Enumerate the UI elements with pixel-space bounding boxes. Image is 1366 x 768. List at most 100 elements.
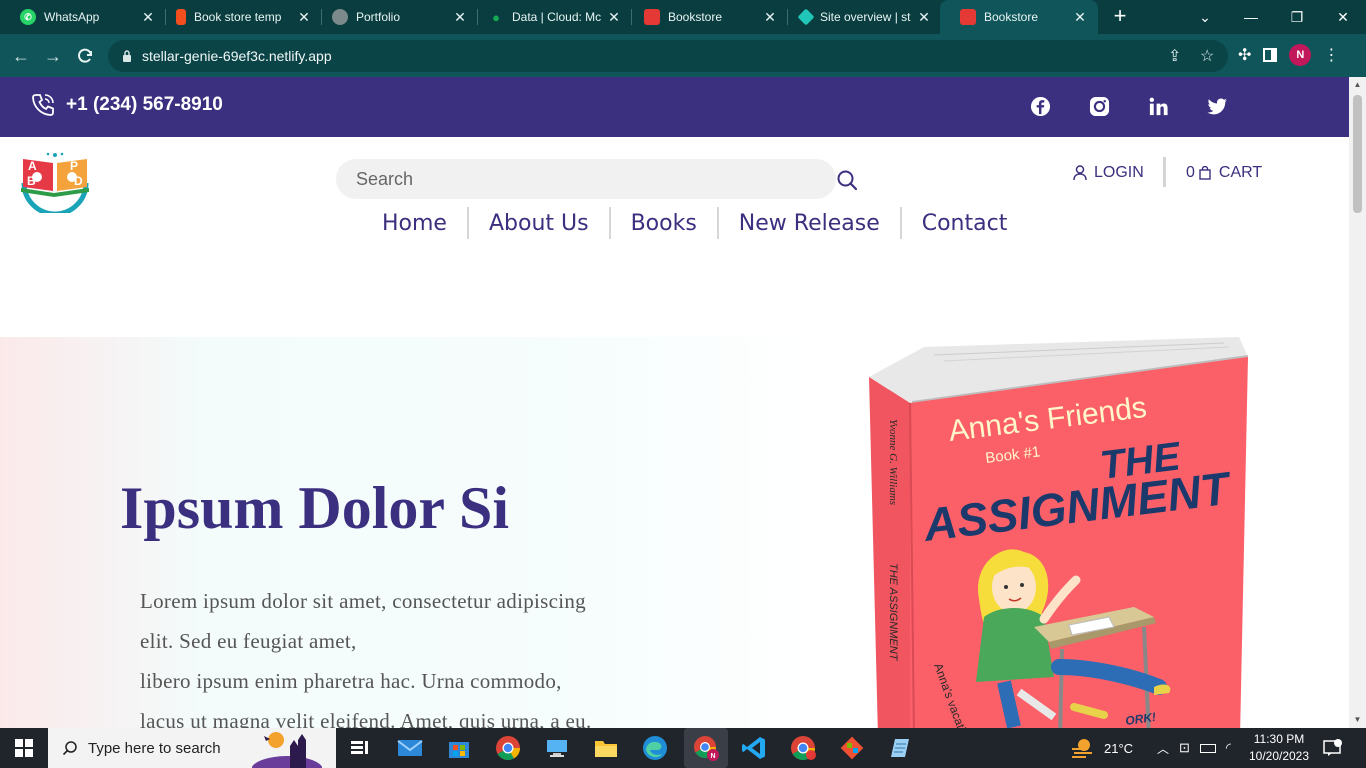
edge-icon[interactable] (641, 734, 669, 762)
taskbar-search-placeholder: Type here to search (88, 739, 221, 757)
address-bar: ← → stellar-genie-69ef3c.netlify.app ⇪ ☆… (0, 34, 1366, 77)
taskbar-search-box[interactable]: Type here to search (48, 728, 336, 768)
tab-bookstore-active[interactable]: Bookstore ✕ (940, 0, 1098, 34)
minimize-button[interactable]: — (1228, 0, 1274, 34)
tab-portfolio[interactable]: Portfolio ✕ (312, 0, 478, 34)
tab-whatsapp[interactable]: ✆ WhatsApp ✕ (0, 0, 166, 34)
hero-text-line: Lorem ipsum dolor sit amet, consectetur … (140, 589, 586, 613)
scroll-down-arrow-icon[interactable]: ▼ (1353, 715, 1362, 724)
site-logo[interactable]: A B P D (18, 139, 92, 213)
tab-title: Data | Cloud: Mc (512, 10, 602, 24)
weather-haze-icon (1072, 739, 1092, 758)
nav-new-release[interactable]: New Release (719, 211, 900, 236)
close-window-button[interactable]: ✕ (1320, 0, 1366, 34)
chrome-profile-icon-active[interactable]: N (684, 728, 728, 768)
top-contact-bar: +1 (234) 567-8910 (0, 77, 1349, 137)
featured-book-image[interactable]: Yvonne G. Williams THE ASSIGNMENT Anna's… (864, 337, 1254, 728)
mongodb-icon: ● (488, 9, 504, 25)
profile-avatar[interactable]: N (1289, 44, 1312, 66)
tab-search-chevron-icon[interactable]: ⌄ (1182, 0, 1228, 34)
url-field[interactable]: stellar-genie-69ef3c.netlify.app (108, 40, 1228, 72)
file-explorer-icon[interactable] (592, 734, 620, 762)
system-clock[interactable]: 11:30 PM 10/20/2023 (1248, 731, 1310, 765)
tab-bookstore[interactable]: Bookstore ✕ (624, 0, 788, 34)
cart-button[interactable]: 0 CART (1186, 164, 1262, 182)
page-scrollbar[interactable]: ▲ ▼ (1349, 77, 1366, 728)
clock-date: 10/20/2023 (1248, 749, 1310, 763)
nav-books[interactable]: Books (611, 211, 717, 236)
side-panel-icon[interactable] (1263, 48, 1278, 62)
task-view-icon[interactable] (346, 734, 374, 762)
login-button[interactable]: LOGIN (1073, 164, 1144, 182)
logo-letter-p: P (70, 159, 78, 173)
meet-now-icon[interactable]: ⊡ (1179, 740, 1190, 756)
close-icon[interactable]: ✕ (1072, 9, 1088, 26)
scroll-up-arrow-icon[interactable]: ▲ (1353, 80, 1362, 89)
windows-logo-icon (15, 739, 33, 757)
phone-contact[interactable]: +1 (234) 567-8910 (30, 92, 223, 118)
main-navigation: Home About Us Books New Release Contact (362, 205, 1027, 241)
extensions-puzzle-icon[interactable]: ✣ (1238, 45, 1251, 65)
search-icon[interactable] (836, 169, 858, 191)
tab-title: Portfolio (356, 10, 401, 24)
figma-icon (176, 9, 186, 25)
scrollbar-thumb[interactable] (1353, 95, 1362, 213)
cart-count: 0 (1186, 164, 1195, 181)
close-icon[interactable]: ✕ (452, 9, 468, 26)
mail-icon[interactable] (396, 734, 424, 762)
linkedin-icon[interactable] (1148, 96, 1169, 117)
new-tab-button[interactable]: + (1108, 4, 1132, 28)
hero-text-line: libero ipsum enim pharetra hac. Urna com… (140, 669, 562, 693)
browser-tab-bar: ✆ WhatsApp ✕ Book store temp ✕ Portfolio… (0, 0, 1366, 34)
phone-icon (32, 94, 54, 116)
reload-button[interactable] (73, 43, 99, 69)
bookmark-star-icon[interactable]: ☆ (1200, 46, 1214, 66)
battery-icon[interactable] (1199, 743, 1216, 753)
lock-icon (123, 50, 131, 62)
bookstore-icon (644, 9, 660, 25)
share-icon[interactable]: ⇪ (1168, 46, 1181, 66)
logo-letter-d: D (74, 174, 83, 188)
forward-button[interactable]: → (40, 43, 66, 69)
logo-letter-b: B (27, 174, 36, 188)
microsoft-store-icon[interactable] (445, 734, 473, 762)
vscode-icon[interactable] (740, 734, 768, 762)
taskbar-profile-initial: N (711, 753, 716, 760)
chrome-icon[interactable] (494, 734, 522, 762)
netlify-icon (797, 8, 815, 26)
close-icon[interactable]: ✕ (916, 9, 932, 26)
hero-description: Lorem ipsum dolor sit amet, consectetur … (140, 581, 660, 728)
tab-mongodb[interactable]: ● Data | Cloud: Mc ✕ (468, 0, 632, 34)
instagram-icon[interactable] (1089, 96, 1110, 117)
close-icon[interactable]: ✕ (140, 9, 156, 26)
nav-contact[interactable]: Contact (902, 211, 1028, 236)
globe-icon (332, 9, 348, 25)
start-button[interactable] (0, 728, 48, 768)
tab-book-store-template[interactable]: Book store temp ✕ (156, 0, 322, 34)
weather-temperature: 21°C (1104, 740, 1134, 756)
search-input[interactable] (336, 159, 836, 199)
this-pc-icon[interactable] (543, 734, 571, 762)
notepad-icon[interactable] (887, 734, 915, 762)
twitter-icon[interactable] (1207, 96, 1228, 117)
tab-title: Bookstore (668, 10, 723, 24)
weather-widget[interactable]: 21°C (1070, 728, 1133, 768)
notifications-icon[interactable] (1322, 728, 1342, 768)
restore-button[interactable]: ❐ (1274, 0, 1320, 34)
nav-about-us[interactable]: About Us (469, 211, 609, 236)
close-icon[interactable]: ✕ (762, 9, 778, 26)
close-icon[interactable]: ✕ (606, 9, 622, 26)
tab-title: Bookstore (984, 10, 1039, 24)
git-gui-icon[interactable] (838, 734, 866, 762)
nav-home[interactable]: Home (362, 211, 467, 236)
back-button[interactable]: ← (8, 43, 34, 69)
windows-taskbar: Type here to search N 21°C ︿ ⊡ ◜ 11:30 P… (0, 728, 1366, 768)
chrome-red-profile-icon[interactable] (789, 734, 817, 762)
close-icon[interactable]: ✕ (296, 9, 312, 26)
facebook-icon[interactable] (1030, 96, 1051, 117)
menu-kebab-icon[interactable]: ⋮ (1323, 45, 1339, 65)
show-hidden-icons-chevron-icon[interactable]: ︿ (1157, 740, 1169, 757)
wifi-icon[interactable]: ◜ (1226, 740, 1231, 756)
tab-netlify-site-overview[interactable]: Site overview | st ✕ (780, 0, 942, 34)
tab-title: Book store temp (194, 10, 282, 24)
